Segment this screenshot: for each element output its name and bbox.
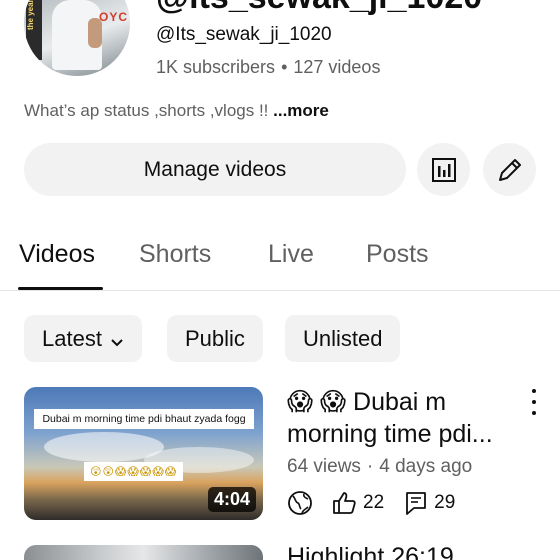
pencil-icon <box>498 158 521 181</box>
sort-label: Latest <box>42 326 102 351</box>
channel-handle: @Its_sewak_ji_1020 <box>156 24 332 45</box>
active-tab-indicator <box>18 287 103 290</box>
video-duration: 4:04 <box>207 487 256 512</box>
thumbnail-caption: Dubai m morning time pdi bhaut zyada fog… <box>34 409 254 429</box>
tab-live[interactable]: Live <box>268 240 314 269</box>
video-meta: 64 views · 4 days ago <box>287 456 472 478</box>
manage-videos-button[interactable]: Manage videos <box>24 143 406 196</box>
video-title[interactable]: Highlight 26:19 <box>287 543 454 560</box>
avatar-tag-text: the year <box>26 0 42 60</box>
filter-chip-public[interactable]: Public <box>167 315 263 362</box>
comment-icon <box>404 490 428 516</box>
view-count: 64 views <box>287 456 361 477</box>
filter-chip-unlisted[interactable]: Unlisted <box>285 315 401 362</box>
channel-tabs: Videos Shorts Live Posts <box>0 230 560 291</box>
tab-shorts[interactable]: Shorts <box>139 240 211 269</box>
channel-title: @its_sewak_ji_1020 <box>156 0 482 17</box>
channel-description[interactable]: What’s ap status ,shorts ,vlogs !! ...mo… <box>24 101 329 121</box>
video-thumbnail[interactable] <box>24 545 263 560</box>
sort-chip-latest[interactable]: Latest <box>24 315 142 362</box>
video-stats-row: 22 29 <box>287 488 475 518</box>
tab-videos[interactable]: Videos <box>19 240 95 269</box>
analytics-button[interactable] <box>417 143 470 196</box>
thumbs-up-icon <box>331 490 357 516</box>
thumbnail-emojis: 😲😲😱😱😱😱😱 <box>84 462 184 481</box>
channel-stats: 1K subscribers • 127 videos <box>156 57 380 78</box>
upload-age: 4 days ago <box>379 456 473 477</box>
video-thumbnail[interactable]: Dubai m morning time pdi bhaut zyada fog… <box>24 387 263 520</box>
chevron-down-icon <box>110 317 124 364</box>
more-link[interactable]: ...more <box>273 101 329 120</box>
comment-count: 29 <box>434 492 456 513</box>
meta-separator: · <box>366 456 374 477</box>
more-options-icon[interactable] <box>526 389 542 415</box>
edit-channel-button[interactable] <box>483 143 536 196</box>
like-count: 22 <box>363 492 385 513</box>
video-count: 127 videos <box>293 57 381 77</box>
avatar-sign-text: OYC <box>98 10 128 24</box>
subscriber-count: 1K subscribers <box>156 57 276 77</box>
stats-separator: • <box>281 57 288 77</box>
tab-posts[interactable]: Posts <box>366 240 429 269</box>
channel-avatar[interactable]: the year OYC <box>24 0 130 76</box>
description-text: What’s ap status ,shorts ,vlogs !! <box>24 101 274 120</box>
analytics-icon <box>431 157 456 182</box>
video-title[interactable]: 😱 😱 Dubai m morning time pdi... <box>287 386 527 450</box>
globe-icon <box>287 490 313 516</box>
